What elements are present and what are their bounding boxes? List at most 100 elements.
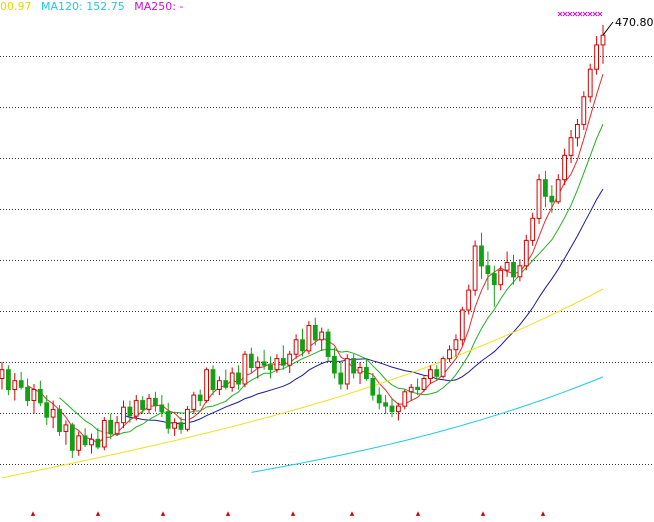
candle-up (555, 179, 561, 203)
candle-up (472, 245, 478, 291)
ma120-line (251, 376, 604, 473)
candle-down (325, 331, 331, 357)
candle-up (594, 44, 600, 70)
candle-down (248, 353, 254, 369)
time-marker: ▴ (31, 509, 36, 518)
candle-up (517, 265, 523, 278)
candle-down (370, 378, 376, 396)
candle-up (287, 353, 293, 366)
candle-up (31, 389, 37, 401)
candle-up (428, 369, 433, 380)
candle-up (319, 331, 325, 341)
time-marker: ▴ (96, 509, 101, 518)
candle-up (440, 358, 446, 377)
candle-up (408, 386, 414, 393)
time-marker: ▴ (226, 509, 231, 518)
candle-up (89, 438, 94, 446)
candle-up (293, 339, 299, 355)
candle-down (300, 339, 305, 352)
candle-up (568, 137, 574, 156)
time-marker: ▴ (416, 509, 421, 518)
candle-up (50, 408, 56, 418)
candle-down (95, 438, 101, 448)
candle-down (485, 265, 491, 274)
candle-down (511, 262, 516, 278)
candle-up (466, 289, 472, 311)
candle-down (434, 369, 440, 377)
ma250-marker (587, 11, 593, 17)
candle-up (76, 435, 82, 451)
candle-down (25, 386, 31, 402)
candle-down (108, 420, 114, 435)
legend-ma250: MA250: - (134, 0, 184, 13)
candle-up (274, 358, 280, 371)
candle-down (153, 397, 158, 406)
candle-down (223, 380, 229, 388)
candle-up (581, 96, 587, 125)
time-marker: ▴ (161, 509, 166, 518)
ma250-marker (592, 11, 598, 17)
candle-down (140, 400, 145, 410)
candle-up (0, 369, 5, 380)
candle-down (268, 364, 273, 371)
price-leader (602, 21, 614, 36)
candle-up (191, 394, 197, 411)
candle-up (421, 378, 427, 390)
candle-up (523, 239, 529, 267)
legend: 00.97 MA120: 152.75 MA250: - (0, 0, 189, 14)
candle-up (229, 372, 235, 388)
time-marker: ▴ (291, 509, 296, 518)
candle-down (165, 411, 171, 429)
candle-up (562, 154, 568, 181)
candle-down (82, 435, 88, 446)
candle-up (600, 34, 606, 46)
price-chart: ▴ ▴ ▴ ▴ ▴ ▴ ▴ ▴ ▴ (0, 11, 654, 519)
candle-up (396, 405, 401, 413)
candle-down (415, 386, 421, 390)
ma250-marker (562, 11, 568, 17)
time-marker: ▴ (350, 509, 355, 518)
candle-down (197, 394, 203, 402)
ma250-marker (567, 11, 573, 17)
legend-ma-cut: 00.97 (0, 0, 32, 13)
candle-up (63, 424, 69, 432)
candle-up (575, 124, 580, 139)
candle-down (491, 273, 497, 286)
candle-down (37, 389, 43, 404)
ma250-marker (582, 11, 588, 17)
candle-up (121, 406, 126, 424)
candle-up (242, 353, 248, 385)
candle-down (178, 422, 184, 430)
candle-up (453, 339, 459, 351)
candle-down (261, 361, 267, 366)
candle-up (306, 325, 312, 352)
ma250-marker (597, 11, 603, 17)
candle-up (172, 422, 177, 429)
candle-up (530, 217, 536, 241)
candle-up (204, 369, 209, 402)
candle-down (159, 404, 165, 413)
candle-down (312, 325, 318, 341)
ma250-marker (572, 11, 578, 17)
candle-down (236, 372, 241, 385)
candle-down (364, 367, 369, 379)
candle-down (57, 408, 62, 432)
candle-down (479, 245, 484, 267)
time-marker: ▴ (481, 509, 486, 518)
ma250-marker (557, 11, 563, 17)
candle-down (332, 355, 337, 374)
candle-up (587, 68, 593, 98)
candle-down (44, 402, 50, 418)
ma5-line (27, 73, 604, 445)
candle-up (255, 361, 261, 368)
candle-up (536, 179, 542, 219)
candle-up (402, 391, 408, 407)
candle-down (389, 405, 395, 413)
candle-down (6, 369, 11, 391)
ma10-line (59, 123, 604, 436)
candle-up (101, 420, 107, 448)
candle-up (146, 397, 152, 410)
candle-up (357, 367, 363, 374)
candle-down (549, 195, 555, 203)
candle-down (280, 358, 286, 366)
